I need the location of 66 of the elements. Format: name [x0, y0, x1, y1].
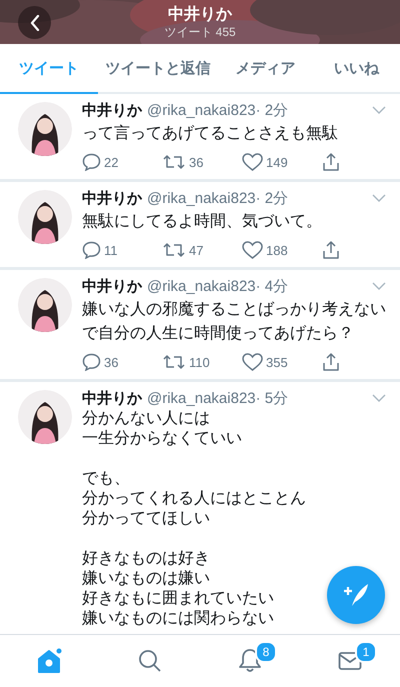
profile-tab[interactable]: ツイート: [0, 44, 98, 94]
compose-button[interactable]: [327, 566, 385, 624]
feather-plus-icon: [342, 582, 370, 608]
tweet-text: って言ってあげてることさえも無駄: [82, 124, 339, 144]
profile-tab[interactable]: メディア: [218, 44, 313, 94]
tweet-text: 嫌いな人の邪魔することばっかり考えないで自分の人生に時間使ってあげたら？: [82, 300, 386, 344]
tweet-time: · 5分: [256, 388, 288, 408]
chevron-down-icon[interactable]: [372, 106, 386, 114]
tweet-count: ツイート 455: [164, 25, 236, 39]
retweet-icon: [162, 354, 186, 370]
retweet-button[interactable]: 36: [162, 154, 242, 170]
tweet-time: · 2分: [256, 100, 288, 120]
like-button[interactable]: 355: [242, 353, 322, 371]
reply-button[interactable]: 36: [82, 353, 162, 371]
profile-tab[interactable]: いいね: [313, 44, 400, 94]
user-handle: @rika_nakai823: [147, 102, 256, 118]
search-icon: [138, 649, 162, 673]
user-name: 中井りか: [82, 100, 142, 120]
tweet-text: 好きなもに囲まれていたい: [82, 589, 274, 609]
user-handle: @rika_nakai823: [147, 190, 256, 206]
tweet-text: 分かっててほしい: [82, 509, 210, 529]
tweet-text: 一生分からなくていい: [82, 429, 242, 449]
heart-icon: [242, 353, 263, 371]
speech-bubble-icon: [82, 153, 101, 171]
tweet-time: · 2分: [256, 188, 288, 208]
tweet-text: 分かってくれる人にはとことん: [82, 489, 306, 509]
tweet-text: でも、: [82, 469, 130, 489]
retweet-button[interactable]: 47: [162, 242, 242, 258]
tweet-text: 無駄にしてるよ時間、気づいて。: [82, 212, 323, 232]
retweet-icon: [162, 154, 186, 170]
envelope-icon: [338, 651, 362, 671]
retweet-button[interactable]: 110: [162, 354, 242, 370]
user-name: 中井りか: [82, 276, 142, 296]
share-icon[interactable]: [322, 152, 340, 172]
tweet-time: · 4分: [256, 276, 288, 296]
tweet-text: 好きなものは好き: [82, 549, 210, 569]
speech-bubble-icon: [82, 353, 101, 371]
chevron-down-icon[interactable]: [372, 194, 386, 202]
speech-bubble-icon: [82, 241, 101, 259]
heart-icon: [242, 153, 263, 171]
notifications-tab[interactable]: 8: [200, 635, 300, 687]
tweet-text: 嫌いなものには関わらない: [82, 609, 274, 629]
user-name: 中井りか: [82, 388, 142, 408]
like-button[interactable]: 149: [242, 153, 322, 171]
heart-icon: [242, 241, 263, 259]
chevron-down-icon[interactable]: [372, 282, 386, 290]
tweet-text: 嫌いなものは嫌い: [82, 569, 210, 589]
reply-button[interactable]: 22: [82, 153, 162, 171]
chevron-down-icon[interactable]: [372, 394, 386, 402]
notification-count: 1: [355, 641, 377, 663]
share-icon[interactable]: [322, 240, 340, 260]
back-icon: [30, 14, 40, 30]
reply-button[interactable]: 11: [82, 241, 162, 259]
share-icon[interactable]: [322, 352, 340, 372]
bell-icon: [238, 648, 262, 674]
profile-tab[interactable]: ツイートと返信: [98, 44, 218, 94]
user-name: 中井りか: [82, 188, 142, 208]
profile-name: 中井りか: [166, 5, 233, 25]
retweet-icon: [162, 242, 186, 258]
messages-tab[interactable]: 1: [300, 635, 400, 687]
house-icon: [37, 648, 63, 674]
notification-count: 8: [255, 641, 277, 663]
like-button[interactable]: 188: [242, 241, 322, 259]
user-handle: @rika_nakai823: [147, 390, 256, 406]
user-handle: @rika_nakai823: [147, 278, 256, 294]
tweet-text: 分かんない人には: [82, 409, 210, 429]
